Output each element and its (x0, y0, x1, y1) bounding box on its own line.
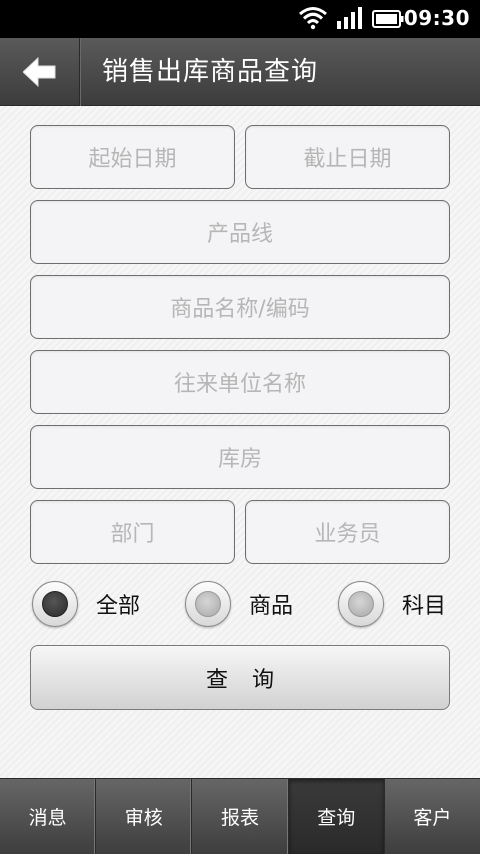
title-bar: 销售出库商品查询 (0, 38, 480, 106)
radio-all[interactable]: 全部 (32, 579, 140, 629)
partner-name-field[interactable]: 往来单位名称 (30, 350, 450, 414)
wifi-icon (299, 7, 327, 30)
product-name-field[interactable]: 商品名称/编码 (30, 275, 450, 339)
page-title: 销售出库商品查询 (102, 57, 319, 87)
tab-messages[interactable]: 消息 (0, 779, 97, 854)
status-bar: 09:30 (0, 0, 480, 38)
salesperson-field[interactable]: 业务员 (245, 500, 450, 564)
radio-unselected-dot (195, 591, 221, 617)
signal-icon (337, 7, 362, 29)
radio-label: 全部 (96, 594, 141, 619)
radio-selected-dot (42, 591, 68, 617)
radio-button[interactable] (185, 581, 231, 627)
radio-label: 科目 (402, 594, 447, 619)
warehouse-field[interactable]: 库房 (30, 425, 450, 489)
tab-customers[interactable]: 客户 (385, 779, 480, 854)
query-form: 起始日期 截止日期 产品线 商品名称/编码 往来单位名称 库房 部门 业务员 全… (0, 106, 480, 778)
radio-button[interactable] (32, 581, 78, 627)
radio-button[interactable] (338, 581, 384, 627)
status-time: 09:30 (403, 6, 470, 30)
query-button[interactable]: 查询 (30, 645, 450, 710)
arrow-left-icon (22, 57, 55, 87)
start-date-field[interactable]: 起始日期 (30, 125, 235, 189)
radio-unselected-dot (348, 591, 374, 617)
battery-icon (372, 10, 404, 28)
radio-product[interactable]: 商品 (185, 579, 293, 629)
tab-approval[interactable]: 审核 (96, 779, 193, 854)
department-field[interactable]: 部门 (30, 500, 235, 564)
radio-label: 商品 (249, 594, 294, 619)
product-line-field[interactable]: 产品线 (30, 200, 450, 264)
tab-query[interactable]: 查询 (288, 779, 385, 854)
tab-reports[interactable]: 报表 (192, 779, 289, 854)
radio-account[interactable]: 科目 (338, 579, 446, 629)
back-button[interactable] (0, 38, 80, 106)
end-date-field[interactable]: 截止日期 (245, 125, 450, 189)
bottom-nav: 消息 审核 报表 查询 客户 (0, 778, 480, 854)
